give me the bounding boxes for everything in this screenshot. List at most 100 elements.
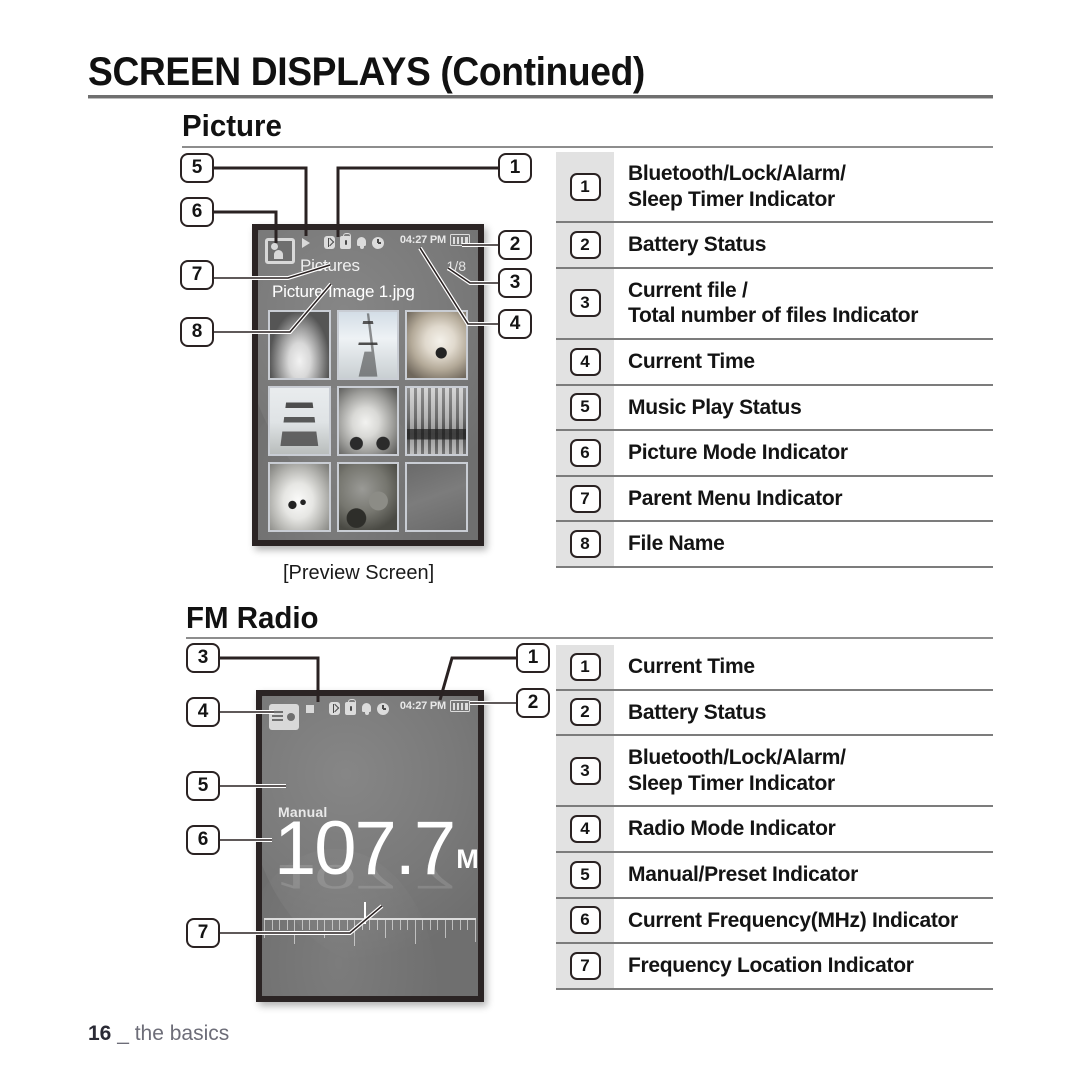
legend-label: Bluetooth/Lock/Alarm/ Sleep Timer Indica… bbox=[614, 152, 993, 221]
legend-number: 4 bbox=[569, 815, 601, 844]
callout-fm-3: 3 bbox=[186, 643, 220, 673]
legend-label-line: Parent Menu Indicator bbox=[628, 486, 843, 510]
page-title: SCREEN DISPLAYS (Continued) bbox=[88, 50, 645, 94]
legend-number-cell: 5 bbox=[556, 385, 614, 430]
alarm-bell-icon bbox=[356, 236, 367, 249]
bluetooth-icon bbox=[329, 702, 340, 715]
legend-label: Picture Mode Indicator bbox=[614, 431, 993, 475]
legend-label-line: Sleep Timer Indicator bbox=[628, 187, 835, 211]
thumbnail-seal-photo[interactable] bbox=[268, 462, 331, 532]
callout-fm-7: 7 bbox=[186, 918, 220, 948]
thumbnail-cat-photo[interactable] bbox=[268, 310, 331, 380]
legend-row: 5 Music Play Status bbox=[556, 383, 993, 430]
thumbnail-pagoda-photo[interactable] bbox=[268, 386, 331, 456]
title-divider bbox=[88, 95, 993, 99]
picture-screen: 04:27 PM Pictures 1/8 Picture Image 1.jp… bbox=[258, 230, 478, 540]
legend-label-line: Current Time bbox=[628, 655, 755, 678]
legend-label-line: Current Frequency(MHz) Indicator bbox=[628, 908, 958, 932]
legend-row: 1 Current Time bbox=[556, 645, 993, 689]
legend-label-line: File Name bbox=[628, 532, 725, 556]
legend-row: 2 Battery Status bbox=[556, 221, 993, 267]
frequency-pointer bbox=[363, 902, 366, 924]
callout-picture-8: 8 bbox=[180, 317, 214, 347]
legend-number: 2 bbox=[569, 698, 601, 727]
legend-number: 1 bbox=[569, 652, 601, 681]
legend-label: Parent Menu Indicator bbox=[614, 477, 993, 521]
legend-number-cell: 2 bbox=[556, 690, 614, 735]
thumbnail-vintage-car-photo[interactable] bbox=[336, 386, 400, 456]
legend-label: Current file / Total number of files Ind… bbox=[614, 269, 993, 338]
footer-separator: _ bbox=[111, 1022, 135, 1045]
legend-row: 6 Current Frequency(MHz) Indicator bbox=[556, 896, 993, 943]
thumbnail-empty-slot[interactable] bbox=[405, 462, 468, 532]
current-time: 04:27 PM bbox=[399, 234, 446, 246]
legend-row: 2 Battery Status bbox=[556, 688, 993, 735]
parent-menu-indicator: Pictures bbox=[300, 256, 360, 275]
legend-number: 5 bbox=[569, 860, 601, 889]
file-name-label: Picture Image 1.jpg bbox=[272, 282, 415, 301]
legend-number: 7 bbox=[569, 484, 601, 513]
manual-page: SCREEN DISPLAYS (Continued) Picture 04:2… bbox=[0, 0, 1080, 1080]
frequency-location-indicator[interactable] bbox=[262, 902, 478, 958]
legend-label: Battery Status bbox=[614, 223, 993, 267]
battery-full-icon bbox=[450, 234, 470, 246]
footer-page-number: 16 bbox=[88, 1022, 112, 1045]
legend-label-line: Current file / bbox=[628, 278, 748, 302]
legend-number-cell: 1 bbox=[556, 645, 614, 689]
preview-screen-caption: [Preview Screen] bbox=[283, 562, 435, 584]
callout-fm-2: 2 bbox=[516, 688, 550, 718]
legend-label: Radio Mode Indicator bbox=[614, 807, 993, 851]
frequency-unit: MHz bbox=[456, 843, 478, 874]
callout-fm-1: 1 bbox=[516, 643, 550, 673]
legend-number-cell: 8 bbox=[556, 522, 614, 567]
thumbnail-macaron-photo[interactable] bbox=[336, 462, 400, 532]
legend-number-cell: 4 bbox=[556, 807, 614, 852]
legend-number-cell: 2 bbox=[556, 223, 614, 267]
legend-row: 3 Bluetooth/Lock/Alarm/ Sleep Timer Indi… bbox=[556, 734, 993, 806]
fm-radio-screen: 04:27 PM Manual 107.7 MHz 107.7 bbox=[262, 696, 478, 996]
legend-row: 4 Current Time bbox=[556, 338, 993, 384]
legend-number: 7 bbox=[569, 952, 601, 981]
legend-label-line: Music Play Status bbox=[628, 395, 802, 419]
thumbnail-dog-photo[interactable] bbox=[405, 310, 468, 380]
callout-fm-6: 6 bbox=[186, 825, 220, 855]
callout-picture-3: 3 bbox=[498, 268, 532, 298]
callout-fm-4: 4 bbox=[186, 697, 220, 727]
callout-picture-7: 7 bbox=[180, 260, 214, 290]
section-heading-fm-radio: FM Radio bbox=[186, 600, 319, 635]
picture-status-icon-group bbox=[302, 233, 384, 249]
legend-row: 8 File Name bbox=[556, 520, 993, 569]
legend-row: 6 Picture Mode Indicator bbox=[556, 429, 993, 475]
thumbnail-storefront-photo[interactable] bbox=[405, 386, 468, 456]
callout-picture-6: 6 bbox=[180, 197, 214, 227]
battery-full-icon bbox=[450, 700, 470, 712]
legend-number: 8 bbox=[569, 530, 601, 559]
legend-number-cell: 4 bbox=[556, 340, 614, 384]
lock-icon bbox=[340, 233, 351, 249]
picture-mode-icon bbox=[265, 238, 295, 264]
current-time: 04:27 PM bbox=[399, 700, 446, 712]
legend-number: 3 bbox=[569, 289, 601, 318]
legend-label: Frequency Location Indicator bbox=[614, 944, 993, 988]
section-divider-picture bbox=[182, 146, 993, 148]
legend-label: Current Time bbox=[614, 645, 993, 689]
frequency-scale-ticks bbox=[264, 920, 476, 950]
legend-label-line: Bluetooth/Lock/Alarm/ bbox=[628, 162, 846, 185]
thumbnail-eiffel-tower-photo[interactable] bbox=[336, 310, 400, 380]
fm-legend-table: 1 Current Time 2 Battery Status 3 Blueto… bbox=[556, 645, 993, 990]
legend-number-cell: 5 bbox=[556, 853, 614, 897]
radio-mode-icon bbox=[269, 704, 299, 730]
picture-device-mockup: 04:27 PM Pictures 1/8 Picture Image 1.jp… bbox=[252, 224, 484, 546]
current-frequency-indicator: 107.7 MHz bbox=[274, 811, 478, 887]
fm-status-right: 04:27 PM bbox=[400, 700, 470, 712]
legend-number-cell: 3 bbox=[556, 736, 614, 806]
stop-icon bbox=[306, 704, 314, 713]
sleep-timer-clock-icon bbox=[377, 702, 389, 715]
legend-number-cell: 6 bbox=[556, 431, 614, 475]
legend-number: 5 bbox=[569, 393, 601, 422]
legend-label: Current Frequency(MHz) Indicator bbox=[614, 899, 993, 943]
legend-label: Battery Status bbox=[614, 691, 993, 735]
legend-number: 6 bbox=[569, 439, 601, 468]
alarm-bell-icon bbox=[361, 702, 372, 715]
legend-number: 4 bbox=[569, 347, 601, 376]
